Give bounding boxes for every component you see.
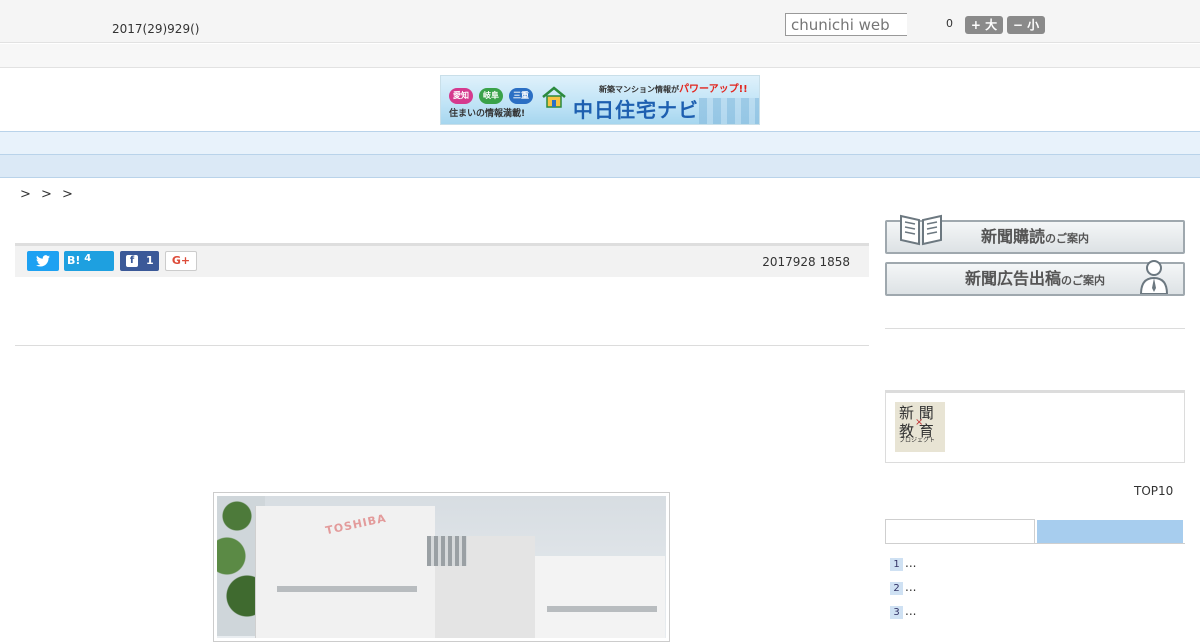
newspaper-education-logo: 新 聞 × 教 育 プロジェクト bbox=[895, 402, 945, 452]
ranking-tab-line bbox=[885, 543, 1185, 544]
subscription-guide-label: 新聞購読 bbox=[980, 227, 1045, 246]
advertising-guide-suffix: のご案内 bbox=[1061, 274, 1105, 287]
ranking-number: 3 bbox=[890, 606, 903, 619]
advertising-guide-label: 新聞広告出稿 bbox=[964, 269, 1061, 288]
share-bar: B! 4 f 1 G+ 2017928 1858 bbox=[15, 243, 869, 277]
ranking-text: ... bbox=[905, 580, 917, 594]
facebook-share-button[interactable]: f 1 bbox=[120, 251, 159, 271]
house-icon bbox=[542, 86, 566, 108]
ranking-number: 1 bbox=[890, 558, 903, 571]
font-larger-button[interactable]: + 大 bbox=[965, 16, 1003, 34]
facebook-count: 1 bbox=[146, 254, 154, 267]
banner-pref-mie: 三重 bbox=[509, 88, 533, 104]
ranking-tab-1[interactable] bbox=[885, 519, 1035, 543]
subscription-guide-suffix: のご案内 bbox=[1045, 232, 1089, 245]
ranking-tab-2[interactable] bbox=[1037, 520, 1183, 543]
banner-cityscape bbox=[699, 98, 759, 124]
banner-headline: 新築マンション情報がパワーアップ!! bbox=[599, 84, 748, 95]
sidebar-divider bbox=[885, 328, 1185, 329]
article-photo: TOSHIBA bbox=[213, 492, 670, 642]
twitter-icon bbox=[36, 255, 50, 267]
banner-tagline: 住まいの情報満載! bbox=[449, 109, 526, 119]
ranking-item[interactable]: 1... bbox=[890, 556, 916, 571]
photo-vent-1 bbox=[277, 586, 417, 592]
facebook-icon: f bbox=[126, 255, 138, 267]
subscription-guide-button[interactable]: 新聞購読のご案内 bbox=[885, 214, 1185, 254]
breadcrumb: > > > bbox=[20, 187, 76, 202]
businessman-icon bbox=[1139, 260, 1169, 294]
hatena-bookmark-button[interactable]: B! 4 bbox=[64, 251, 114, 271]
photo-vent-2 bbox=[547, 606, 657, 612]
sub-header-bar bbox=[0, 44, 1200, 68]
google-plus-share-button[interactable]: G+ bbox=[165, 251, 197, 271]
photo-rooftop-pipes bbox=[427, 536, 467, 566]
font-smaller-button[interactable]: − 小 bbox=[1007, 16, 1045, 34]
ranking-title: TOP10 bbox=[1134, 484, 1174, 498]
banner-pref-aichi: 愛知 bbox=[449, 88, 473, 104]
published-date: 2017928 1858 bbox=[762, 255, 850, 269]
sub-nav bbox=[0, 155, 1200, 178]
top-bar: 2017(29)929() 0 + 大 − 小 bbox=[0, 0, 1200, 43]
current-date: 2017(29)929() bbox=[112, 22, 200, 36]
banner-brand: 中日住宅ナビ bbox=[573, 98, 699, 122]
advertising-guide-button[interactable]: 新聞広告出稿のご案内 bbox=[885, 260, 1185, 296]
hatena-icon: B! bbox=[67, 254, 81, 267]
search-input[interactable] bbox=[785, 13, 907, 36]
twitter-share-button[interactable] bbox=[27, 251, 59, 271]
photo-building-wing bbox=[535, 556, 665, 638]
edu-logo-sub: プロジェクト bbox=[899, 437, 936, 444]
newspaper-book-icon bbox=[900, 214, 942, 246]
ranking-item[interactable]: 3... bbox=[890, 604, 916, 619]
main-nav bbox=[0, 131, 1200, 155]
newspaper-education-box[interactable]: 新 聞 × 教 育 プロジェクト bbox=[885, 390, 1185, 463]
banner-pref-gifu: 岐阜 bbox=[479, 88, 503, 104]
ranking-item[interactable]: 2... bbox=[890, 580, 916, 595]
ranking-text: ... bbox=[905, 604, 917, 618]
housing-navi-banner[interactable]: 愛知 岐阜 三重 住まいの情報満載! 新築マンション情報がパワーアップ!! 中日… bbox=[440, 75, 760, 125]
ranking-number: 2 bbox=[890, 582, 903, 595]
article-divider bbox=[15, 345, 869, 346]
hatena-count: 4 bbox=[84, 253, 92, 264]
edu-logo-cross: × bbox=[915, 417, 924, 428]
font-size-value: 0 bbox=[946, 17, 953, 30]
ranking-text: ... bbox=[905, 556, 917, 570]
